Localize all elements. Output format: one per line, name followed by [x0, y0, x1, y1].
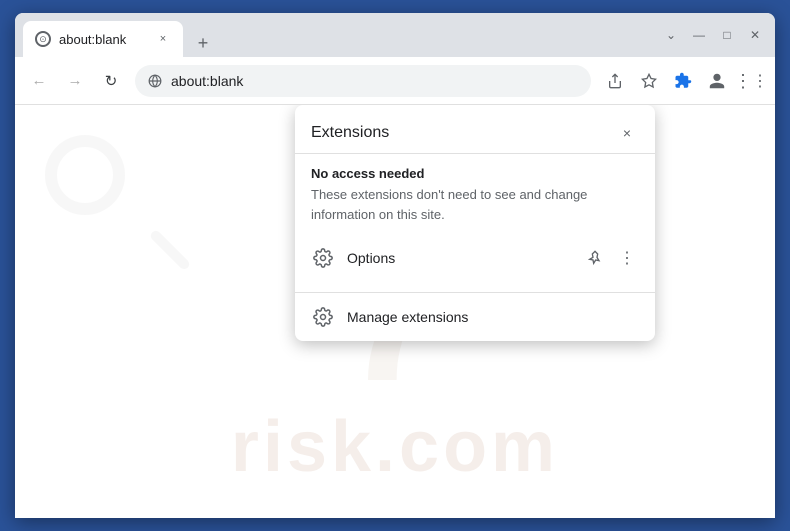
extension-more-button[interactable]: ⋮	[615, 246, 639, 270]
pin-button[interactable]	[583, 246, 607, 270]
close-button[interactable]: ✕	[743, 23, 767, 47]
forward-button[interactable]: →	[59, 65, 91, 97]
popup-section: No access needed These extensions don't …	[295, 154, 655, 292]
title-bar: ⊙ about:blank × + ⌄ — □ ✕	[15, 13, 775, 57]
extension-actions: ⋮	[583, 246, 639, 270]
extension-gear-icon	[311, 246, 335, 270]
navbar: ← → ↻ about:blank	[15, 57, 775, 105]
more-button[interactable]: ⋮ ⋮	[735, 65, 767, 97]
watermark-text: risk.com	[231, 406, 559, 488]
refresh-button[interactable]: ↻	[95, 65, 127, 97]
extension-options-item[interactable]: Options ⋮	[311, 236, 639, 280]
tab-favicon: ⊙	[35, 31, 51, 47]
section-header: No access needed	[311, 166, 639, 181]
watermark-magnifier	[45, 135, 165, 255]
profile-button[interactable]	[701, 65, 733, 97]
maximize-button[interactable]: □	[715, 23, 739, 47]
tab-close-button[interactable]: ×	[155, 31, 171, 47]
window-controls: ⌄ — □ ✕	[659, 23, 767, 55]
tab-strip: ⊙ about:blank × +	[23, 21, 655, 57]
manage-extensions-row[interactable]: Manage extensions	[295, 293, 655, 341]
minimize-button[interactable]: —	[687, 23, 711, 47]
section-description: These extensions don't need to see and c…	[311, 185, 639, 224]
manage-label: Manage extensions	[347, 309, 468, 325]
address-security-icon	[147, 73, 163, 89]
back-button[interactable]: ←	[23, 65, 55, 97]
options-label: Options	[347, 250, 571, 266]
share-button[interactable]	[599, 65, 631, 97]
address-bar[interactable]: about:blank	[135, 65, 591, 97]
manage-gear-icon	[311, 305, 335, 329]
popup-close-button[interactable]: ×	[615, 121, 639, 145]
browser-content: 7 risk.com Extensions × No access needed…	[15, 105, 775, 518]
new-tab-button[interactable]: +	[189, 29, 217, 57]
browser-window: ⊙ about:blank × + ⌄ — □ ✕ ← → ↻ about:bl…	[15, 13, 775, 518]
popup-header: Extensions ×	[295, 105, 655, 154]
collapse-button[interactable]: ⌄	[659, 23, 683, 47]
popup-title: Extensions	[311, 124, 389, 142]
magnifier-circle	[45, 135, 125, 215]
magnifier-handle	[149, 229, 191, 271]
toolbar-actions: ⋮ ⋮	[599, 65, 767, 97]
tab-title: about:blank	[59, 32, 147, 47]
active-tab[interactable]: ⊙ about:blank ×	[23, 21, 183, 57]
extensions-button[interactable]	[667, 65, 699, 97]
extensions-popup: Extensions × No access needed These exte…	[295, 105, 655, 341]
bookmark-button[interactable]	[633, 65, 665, 97]
address-text: about:blank	[171, 73, 579, 89]
